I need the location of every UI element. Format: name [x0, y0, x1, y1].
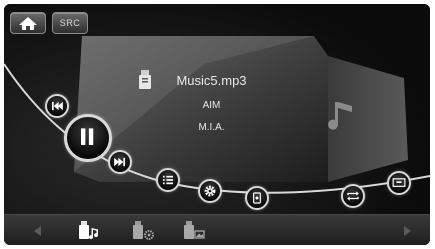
usb-video-source[interactable] — [130, 220, 156, 242]
usb-image-source[interactable] — [181, 220, 207, 242]
music-note-icon — [328, 102, 352, 130]
bottom-bar — [4, 214, 430, 245]
previous-track-button[interactable] — [45, 94, 69, 118]
src-label: SRC — [59, 18, 81, 28]
info-button[interactable] — [245, 186, 269, 210]
chevron-left-icon[interactable] — [30, 223, 46, 239]
pause-icon — [81, 128, 94, 145]
screen-button[interactable] — [387, 171, 411, 195]
settings-button[interactable] — [198, 179, 222, 203]
repeat-icon — [347, 191, 359, 201]
track-artist: M.I.A. — [198, 122, 225, 133]
usb-music-source[interactable] — [76, 220, 102, 242]
track-filename: Music5.mp3 — [176, 73, 247, 88]
gear-icon — [204, 185, 216, 197]
screen: SRC Music5.mp3 AIM M.I.A. — [0, 0, 435, 249]
usb-image-icon — [184, 221, 205, 239]
skip-previous-icon — [52, 101, 63, 111]
src-button[interactable]: SRC — [52, 12, 88, 34]
list-icon — [163, 175, 173, 185]
usb-video-icon — [133, 221, 154, 240]
list-button[interactable] — [156, 168, 180, 192]
screen-icon — [392, 178, 406, 187]
home-icon — [19, 17, 37, 30]
track-album: AIM — [202, 100, 221, 111]
repeat-button[interactable] — [341, 184, 365, 208]
media-player-panel: SRC Music5.mp3 AIM M.I.A. — [4, 4, 430, 245]
next-track-button[interactable] — [108, 150, 132, 174]
home-button[interactable] — [10, 12, 46, 34]
info-icon — [253, 192, 261, 204]
chevron-right-icon[interactable] — [399, 223, 415, 239]
usb-music-icon — [79, 221, 99, 240]
pause-button[interactable] — [64, 114, 112, 162]
skip-next-icon — [114, 157, 125, 167]
